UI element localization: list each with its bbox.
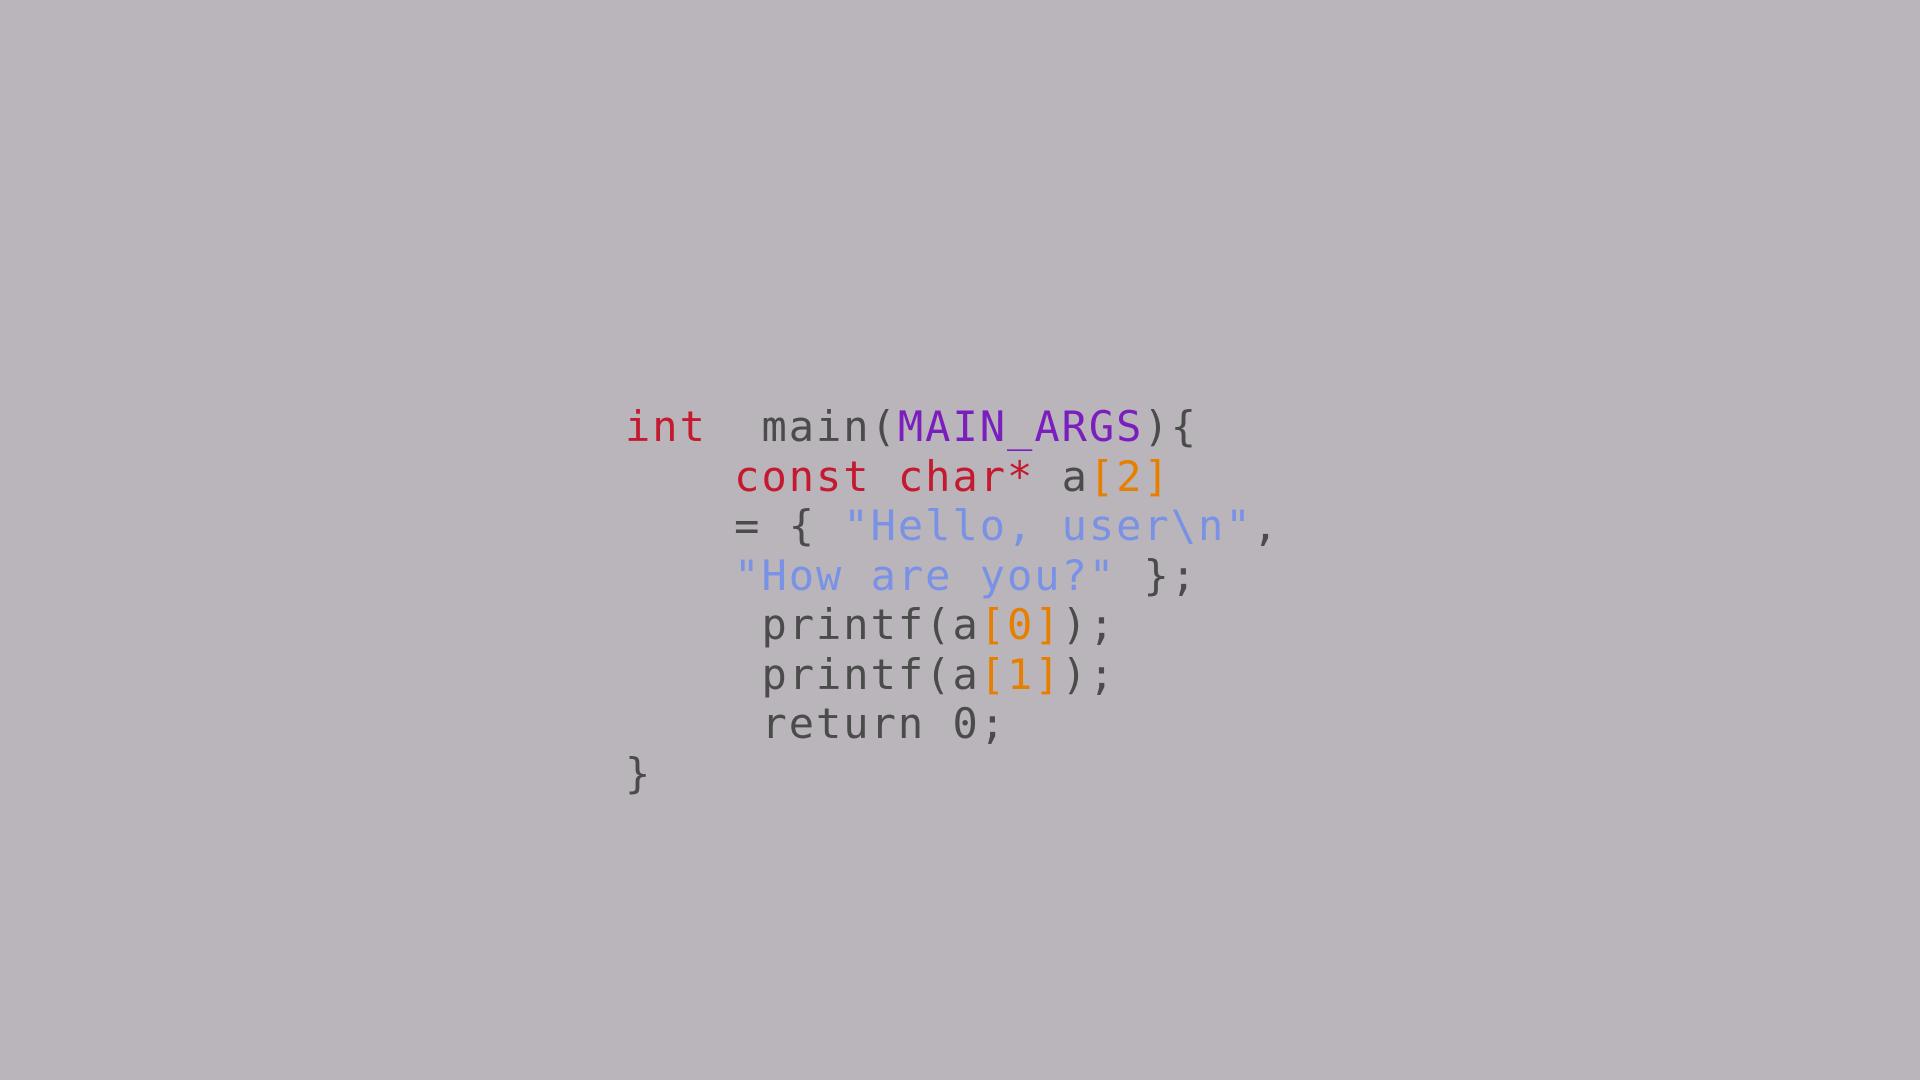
- return-stmt: return 0;: [734, 699, 1007, 748]
- call-printf-2a: printf(a: [734, 650, 980, 699]
- string-hello: "Hello, user\n": [843, 501, 1252, 550]
- macro-main-args: MAIN_ARGS: [898, 402, 1144, 451]
- init-close: };: [1116, 551, 1198, 600]
- bracket-open-3: [: [980, 650, 1007, 699]
- identifier-main: main: [761, 402, 870, 451]
- call-printf-1a: printf(a: [734, 600, 980, 649]
- string-how: "How are you?": [734, 551, 1116, 600]
- comma-1: ,: [1253, 501, 1280, 550]
- brace-close: }: [625, 749, 652, 798]
- literal-two: 2: [1116, 452, 1143, 501]
- identifier-a: a: [1034, 452, 1089, 501]
- bracket-close-3: ]: [1034, 650, 1061, 699]
- code-snippet: int main(MAIN_ARGS){ const char* a[2] = …: [625, 402, 1280, 798]
- literal-zero: 0: [1007, 600, 1034, 649]
- bracket-close: ]: [1143, 452, 1170, 501]
- keyword-const-char: const char*: [734, 452, 1034, 501]
- call-close-1: );: [1062, 600, 1117, 649]
- literal-one: 1: [1007, 650, 1034, 699]
- bracket-open-2: [: [980, 600, 1007, 649]
- paren-close-brace: ){: [1143, 402, 1198, 451]
- bracket-open: [: [1089, 452, 1116, 501]
- bracket-close-2: ]: [1034, 600, 1061, 649]
- keyword-int: int: [625, 402, 707, 451]
- call-close-2: );: [1062, 650, 1117, 699]
- assign-open: = {: [734, 501, 843, 550]
- paren-open: (: [871, 402, 898, 451]
